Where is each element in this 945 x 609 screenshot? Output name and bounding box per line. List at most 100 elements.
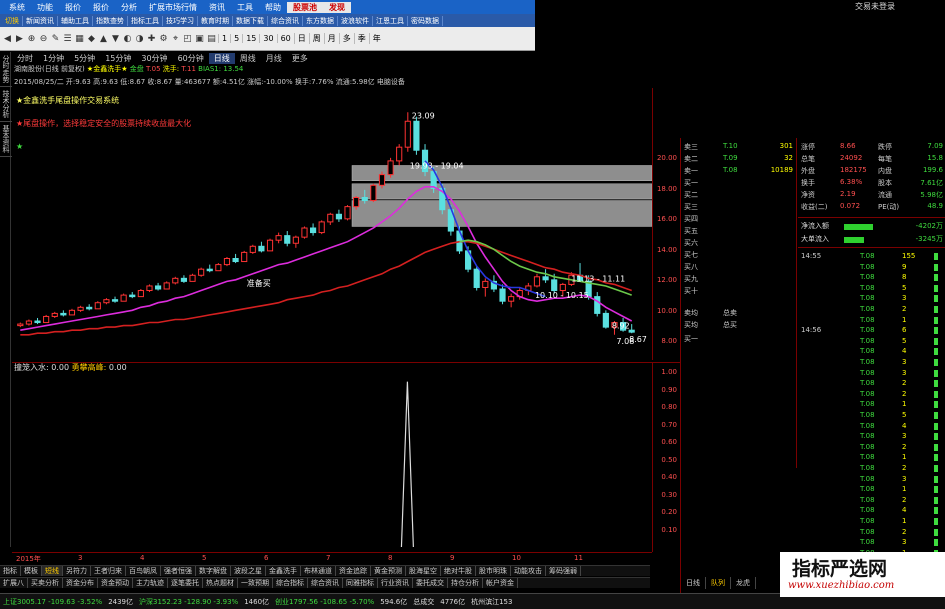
period-tab[interactable]: 15分钟 xyxy=(100,53,136,64)
period-tab[interactable]: 60分钟 xyxy=(173,53,209,64)
toolbar-icon[interactable]: ◰ xyxy=(182,32,193,46)
extension-tab[interactable]: 行业资讯 xyxy=(378,578,413,588)
orderbook-row[interactable]: 买五 xyxy=(681,226,797,237)
nav-item[interactable]: 综合资讯 xyxy=(268,15,303,26)
nav-item[interactable]: 指数查势 xyxy=(93,15,128,26)
orderbook-row[interactable]: 买一 xyxy=(681,178,797,189)
toolbar-period-button[interactable]: 1 xyxy=(218,34,230,43)
extension-tab[interactable]: 热点题材 xyxy=(203,578,238,588)
toolbar-period-button[interactable]: 60 xyxy=(276,34,294,43)
toolbar-icon[interactable]: ◀ xyxy=(2,32,13,46)
right-panel-tab[interactable]: 队列 xyxy=(706,577,731,589)
menu-item[interactable]: 发现 xyxy=(323,1,351,13)
sidebar-tab[interactable]: 基本资料 xyxy=(0,122,12,157)
toolbar-period-button[interactable]: 多 xyxy=(338,33,354,44)
indicator-tab[interactable]: 筹码强弱 xyxy=(546,566,581,576)
orderbook-row[interactable]: 买二 xyxy=(681,190,797,201)
menu-item[interactable]: 工具 xyxy=(231,2,259,13)
toolbar-icon[interactable]: ✚ xyxy=(146,32,157,46)
indicator-tab[interactable]: 短线 xyxy=(42,566,63,576)
toolbar-icon[interactable]: ⌖ xyxy=(170,32,181,46)
nav-item[interactable]: 数据下载 xyxy=(233,15,268,26)
indicator-tab[interactable]: 百鸟朝凤 xyxy=(126,566,161,576)
orderbook-row[interactable]: 卖一 T.08 10189 xyxy=(681,166,797,177)
toolbar-icon[interactable]: ◆ xyxy=(86,32,97,46)
nav-item[interactable]: 波浪软件 xyxy=(338,15,373,26)
indicator-tab[interactable]: 指标 xyxy=(0,566,21,576)
nav-item[interactable]: 辅助工具 xyxy=(58,15,93,26)
toolbar-icon[interactable]: ◐ xyxy=(122,32,133,46)
nav-item[interactable]: 新闻资讯 xyxy=(23,15,58,26)
nav-item[interactable]: 指标工具 xyxy=(128,15,163,26)
extension-tab[interactable]: 买卖分析 xyxy=(28,578,63,588)
indicator-tab[interactable]: 金鑫洗手 xyxy=(266,566,301,576)
extension-tab[interactable]: 持仓分析 xyxy=(448,578,483,588)
toolbar-icon[interactable]: ▶ xyxy=(14,32,25,46)
extension-tab[interactable]: 资金分布 xyxy=(63,578,98,588)
extension-tab[interactable]: 综合指标 xyxy=(273,578,308,588)
nav-item[interactable]: 密码数据 xyxy=(408,15,443,26)
orderbook-row[interactable]: 买四 xyxy=(681,214,797,225)
toolbar-period-button[interactable]: 30 xyxy=(259,34,276,43)
trade-login-status[interactable]: 交易未登录 xyxy=(855,0,945,14)
toolbar-period-button[interactable]: 周 xyxy=(308,33,324,44)
extension-tab[interactable]: 帐户资金 xyxy=(483,578,518,588)
period-tab[interactable]: 月线 xyxy=(261,53,287,64)
orderbook-row[interactable]: 买六 xyxy=(681,238,797,249)
toolbar-period-button[interactable]: 15 xyxy=(242,34,259,43)
sidebar-tab[interactable]: 分时走势 xyxy=(0,52,12,87)
toolbar-icon[interactable]: ▼ xyxy=(110,32,121,46)
toolbar-period-button[interactable]: 季 xyxy=(353,33,369,44)
menu-item[interactable]: 资讯 xyxy=(203,2,231,13)
nav-item[interactable]: 教育时期 xyxy=(198,15,233,26)
toolbar-icon[interactable]: ⊕ xyxy=(26,32,37,46)
period-tab[interactable]: 5分钟 xyxy=(69,53,100,64)
nav-item[interactable]: 东方数据 xyxy=(303,15,338,26)
indicator-tab[interactable]: 布林通道 xyxy=(301,566,336,576)
toolbar-icon[interactable]: ⚙ xyxy=(158,32,169,46)
menu-item[interactable]: 分析 xyxy=(115,2,143,13)
extension-tab[interactable]: 扩展八 xyxy=(0,578,28,588)
indicator-tab[interactable]: 另符力 xyxy=(63,566,91,576)
toolbar-period-button[interactable]: 月 xyxy=(323,33,339,44)
extension-tab[interactable]: 主力轨迹 xyxy=(133,578,168,588)
toolbar-period-button[interactable]: 5 xyxy=(230,34,242,43)
indicator-tab[interactable]: 股海星空 xyxy=(406,566,441,576)
toolbar-icon[interactable]: ▲ xyxy=(98,32,109,46)
menu-item[interactable]: 帮助 xyxy=(259,2,287,13)
orderbook-row[interactable]: 买九 xyxy=(681,274,797,285)
toolbar-period-button[interactable]: 年 xyxy=(368,33,384,44)
right-panel-tab[interactable]: 日线 xyxy=(681,577,706,589)
extension-tab[interactable]: 资金预动 xyxy=(98,578,133,588)
menu-item[interactable]: 扩展市场行情 xyxy=(143,2,203,13)
nav-item[interactable]: 技巧学习 xyxy=(163,15,198,26)
indicator-chart[interactable] xyxy=(12,362,652,552)
toolbar-icon[interactable]: ◑ xyxy=(134,32,145,46)
toolbar-period-button[interactable]: 日 xyxy=(293,33,309,44)
toolbar-icon[interactable]: ⊖ xyxy=(38,32,49,46)
indicator-tab[interactable]: 模板 xyxy=(21,566,42,576)
indicator-tab[interactable]: 动能攻击 xyxy=(511,566,546,576)
toolbar-icon[interactable]: ▣ xyxy=(194,32,205,46)
nav-item[interactable]: 江恩工具 xyxy=(373,15,408,26)
period-tab[interactable]: 30分钟 xyxy=(136,53,172,64)
indicator-tab[interactable]: 黄金预测 xyxy=(371,566,406,576)
menu-item[interactable]: 报价 xyxy=(59,2,87,13)
indicator-tab[interactable]: 资金追踪 xyxy=(336,566,371,576)
period-tab[interactable]: 更多 xyxy=(287,53,313,64)
extension-tab[interactable]: 同雅指标 xyxy=(343,578,378,588)
period-tab[interactable]: 日线 xyxy=(208,52,235,64)
toolbar-icon[interactable]: ▤ xyxy=(206,32,217,46)
menu-item[interactable]: 报价 xyxy=(87,2,115,13)
extension-tab[interactable]: 委托成交 xyxy=(413,578,448,588)
orderbook-row[interactable]: 卖三 T.10 301 xyxy=(681,142,797,153)
toolbar-icon[interactable]: ✎ xyxy=(50,32,61,46)
period-tab[interactable]: 周线 xyxy=(235,53,261,64)
period-tab[interactable]: 1分钟 xyxy=(38,53,69,64)
indicator-tab[interactable]: 王者归来 xyxy=(91,566,126,576)
sidebar-tab[interactable]: 技术分析 xyxy=(0,87,12,122)
indicator-tab[interactable]: 强者恒强 xyxy=(161,566,196,576)
menu-item[interactable]: 系统 xyxy=(3,2,31,13)
orderbook-row[interactable]: 买三 xyxy=(681,202,797,213)
extension-tab[interactable]: 逐笔委托 xyxy=(168,578,203,588)
